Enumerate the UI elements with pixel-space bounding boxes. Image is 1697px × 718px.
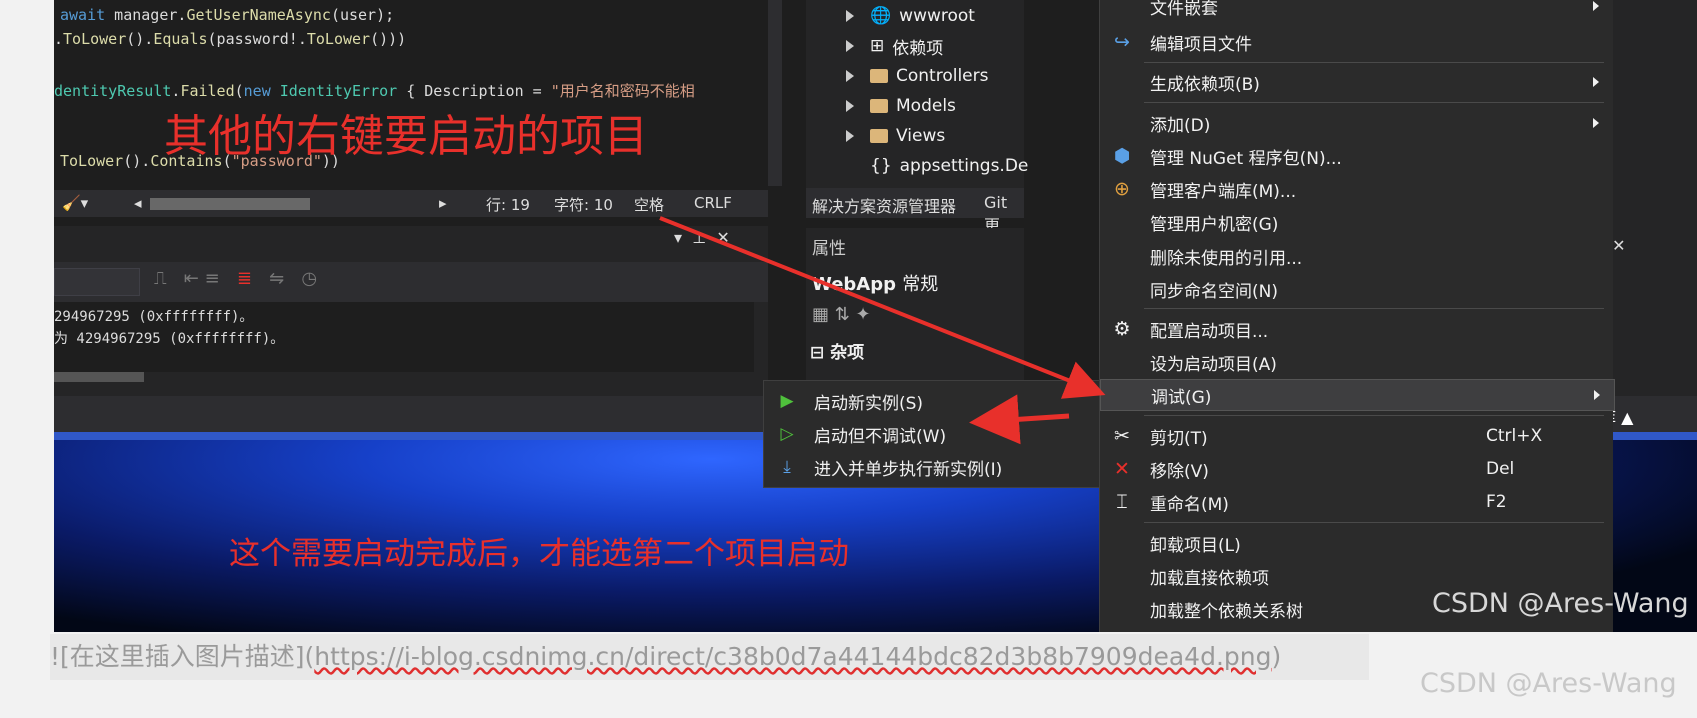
- markdown-image-line: ![在这里插入图片描述](https://i-blog.csdnimg.cn/d…: [50, 634, 1369, 680]
- markdown-prefix: ![在这里插入图片描述](: [50, 642, 315, 671]
- arrow-to-start-without-debugging: [969, 394, 1070, 445]
- arrow-to-debug-menu: [659, 216, 1106, 399]
- watermark-inner: CSDN @Ares-Wang: [1432, 588, 1689, 619]
- annotation-arrows: [659, 216, 1106, 445]
- markdown-suffix: ): [1271, 642, 1282, 671]
- markdown-url[interactable]: https://i-blog.csdnimg.cn/direct/c38b0d7…: [314, 642, 1271, 671]
- vs-screenshot: await manager.GetUserNameAsync(user); .T…: [54, 0, 1697, 632]
- watermark-outer: CSDN @Ares-Wang: [1420, 668, 1677, 699]
